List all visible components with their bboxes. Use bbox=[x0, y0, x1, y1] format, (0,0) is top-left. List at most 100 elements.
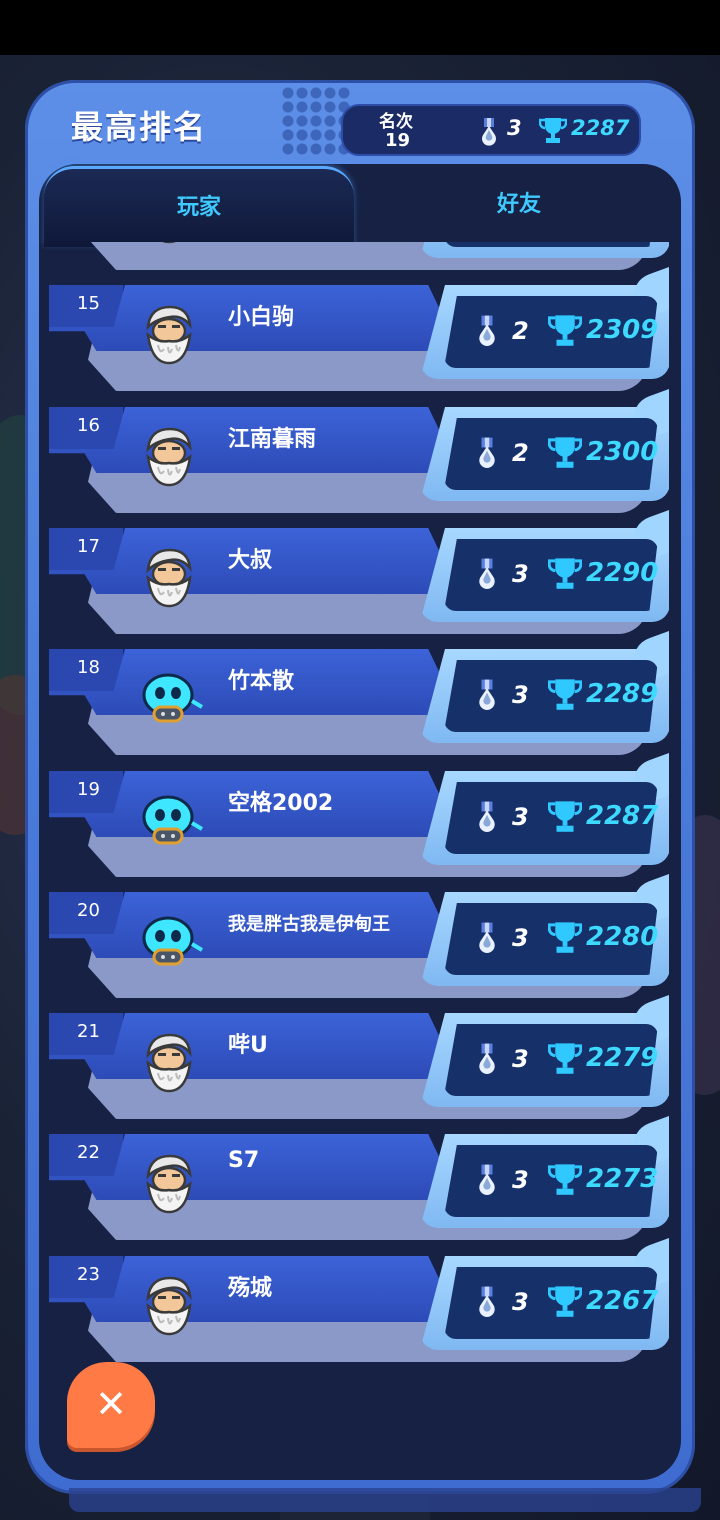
leaderboard-row[interactable]: 22 S7 3 2273 bbox=[44, 1115, 669, 1244]
player-name: 竹本散 bbox=[228, 669, 295, 694]
score-box: 3 2279 bbox=[420, 994, 669, 1107]
trophy-icon bbox=[547, 313, 583, 351]
screen: 最高排名 名次 19 3 2287 玩家 好友 15 小白驹 2 2309 16… bbox=[0, 0, 720, 1520]
player-avatar-cyan-robot[interactable] bbox=[132, 783, 206, 857]
leaderboard-row[interactable]: 14长岛冰茶22314 bbox=[44, 242, 669, 274]
my-level: 3 bbox=[507, 116, 522, 140]
row-rank: 20 bbox=[77, 900, 100, 921]
my-rank-summary: 名次 19 3 2287 bbox=[341, 104, 641, 156]
medal-icon bbox=[476, 1286, 498, 1322]
score-box: 3 2273 bbox=[420, 1115, 669, 1228]
medal-icon bbox=[476, 558, 498, 594]
row-rank: 17 bbox=[77, 536, 100, 557]
trophy-icon bbox=[547, 677, 583, 715]
row-score: 2267 bbox=[586, 1286, 659, 1316]
medal-icon bbox=[476, 315, 498, 351]
player-name: 江南暮雨 bbox=[228, 427, 317, 452]
player-name: 我是胖古我是伊甸王 bbox=[228, 914, 390, 935]
row-level: 3 bbox=[512, 1288, 529, 1316]
rank-value: 19 bbox=[385, 130, 411, 151]
player-name: 小白驹 bbox=[228, 305, 295, 330]
row-rank: 19 bbox=[77, 779, 100, 800]
player-avatar-white-bearded-sage[interactable] bbox=[132, 297, 206, 371]
row-level: 3 bbox=[512, 1166, 529, 1194]
row-score: 2290 bbox=[586, 558, 659, 588]
trophy-icon bbox=[547, 799, 583, 837]
score-box: 2 2309 bbox=[420, 266, 669, 379]
row-rank: 21 bbox=[77, 1021, 100, 1042]
leaderboard-row[interactable]: 16 江南暮雨 2 2300 bbox=[44, 388, 669, 517]
score-box: 3 2267 bbox=[420, 1237, 669, 1350]
medal-icon bbox=[482, 118, 496, 146]
score-box: 2 2300 bbox=[420, 388, 669, 501]
row-score: 2309 bbox=[586, 315, 659, 345]
trophy-icon bbox=[547, 920, 583, 958]
list-bottom-edge bbox=[69, 1488, 701, 1512]
tab-friends-label: 好友 bbox=[496, 192, 541, 217]
row-score: 2289 bbox=[586, 679, 659, 709]
row-level: 3 bbox=[512, 681, 529, 709]
row-rank: 18 bbox=[77, 657, 100, 678]
player-name: S7 bbox=[228, 1148, 260, 1173]
medal-icon bbox=[476, 679, 498, 715]
row-level: 2 bbox=[512, 439, 529, 467]
row-score: 2280 bbox=[586, 922, 659, 952]
player-avatar-cyan-robot[interactable] bbox=[132, 661, 206, 735]
player-avatar-cyan-robot[interactable] bbox=[132, 904, 206, 978]
leaderboard-row[interactable]: 15 小白驹 2 2309 bbox=[44, 266, 669, 395]
score-box: 3 2290 bbox=[420, 509, 669, 622]
tab-players[interactable]: 玩家 bbox=[44, 166, 354, 247]
row-rank: 22 bbox=[77, 1142, 100, 1163]
leaderboard-row[interactable]: 23 殇城 3 2267 bbox=[44, 1237, 669, 1366]
row-level: 3 bbox=[512, 803, 529, 831]
leaderboard-row[interactable]: 18 竹本散 3 2289 bbox=[44, 630, 669, 759]
score-box: 3 2287 bbox=[420, 752, 669, 865]
trophy-icon bbox=[547, 1162, 583, 1200]
row-rank: 16 bbox=[77, 415, 100, 436]
score-box: 22314 bbox=[420, 242, 669, 258]
player-avatar-white-bearded-sage[interactable] bbox=[132, 242, 206, 250]
leaderboard-row[interactable]: 19 空格2002 3 2287 bbox=[44, 752, 669, 881]
row-level: 2 bbox=[512, 317, 529, 345]
player-name: 殇城 bbox=[228, 1276, 273, 1301]
row-level: 3 bbox=[512, 924, 529, 952]
page-title: 最高排名 bbox=[71, 108, 208, 146]
player-avatar-white-bearded-sage[interactable] bbox=[132, 540, 206, 614]
trophy-icon bbox=[539, 118, 567, 143]
row-level: 3 bbox=[512, 1045, 529, 1073]
tab-players-label: 玩家 bbox=[176, 195, 221, 220]
player-avatar-white-bearded-sage[interactable] bbox=[132, 1146, 206, 1220]
player-name: 空格2002 bbox=[228, 791, 334, 816]
row-score: 2273 bbox=[586, 1164, 659, 1194]
player-name: 大叔 bbox=[228, 548, 273, 573]
row-level: 3 bbox=[512, 560, 529, 588]
rank-label: 名次 bbox=[379, 112, 413, 132]
score-box: 3 2280 bbox=[420, 873, 669, 986]
close-icon: ✕ bbox=[95, 1382, 127, 1426]
leaderboard-row[interactable]: 20 我是胖古我是伊甸王 3 2280 bbox=[44, 873, 669, 1002]
tab-bar: 玩家 好友 bbox=[44, 166, 676, 247]
leaderboard-row[interactable]: 21 哔U 3 2279 bbox=[44, 994, 669, 1123]
medal-icon bbox=[476, 801, 498, 837]
player-avatar-white-bearded-sage[interactable] bbox=[132, 1025, 206, 1099]
player-avatar-white-bearded-sage[interactable] bbox=[132, 1268, 206, 1342]
trophy-icon bbox=[547, 435, 583, 473]
tab-friends[interactable]: 好友 bbox=[362, 166, 676, 244]
row-rank: 15 bbox=[77, 293, 100, 314]
score-box: 3 2289 bbox=[420, 630, 669, 743]
medal-icon bbox=[476, 922, 498, 958]
player-avatar-white-bearded-sage[interactable] bbox=[132, 419, 206, 493]
medal-icon bbox=[476, 437, 498, 473]
leaderboard-row[interactable]: 17 大叔 3 2290 bbox=[44, 509, 669, 638]
trophy-icon bbox=[547, 1041, 583, 1079]
player-name: 哔U bbox=[228, 1033, 268, 1058]
row-score: 2287 bbox=[586, 801, 659, 831]
status-bar bbox=[0, 0, 720, 55]
row-rank: 23 bbox=[77, 1264, 100, 1285]
trophy-icon bbox=[547, 556, 583, 594]
trophy-icon bbox=[547, 1284, 583, 1322]
row-score: 2279 bbox=[586, 1043, 659, 1073]
close-button[interactable]: ✕ bbox=[67, 1362, 155, 1448]
medal-icon bbox=[476, 1164, 498, 1200]
leaderboard-list[interactable]: 14长岛冰茶22314 15 小白驹 2 2309 16 江南暮雨 2 2300 17 大叔 3 229… bbox=[44, 242, 669, 1430]
